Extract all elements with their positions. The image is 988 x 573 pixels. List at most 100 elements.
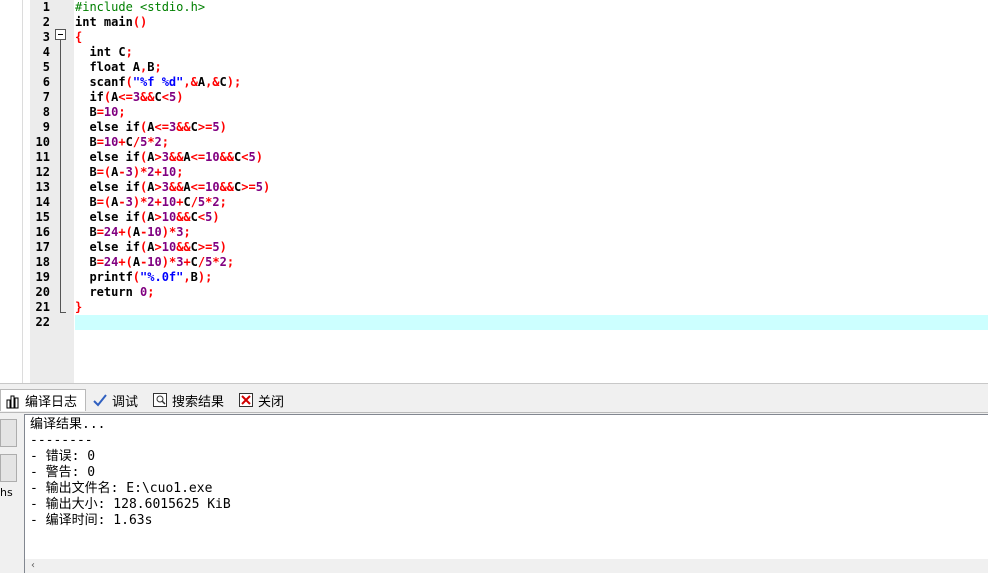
line-number: 2: [42, 15, 50, 29]
code-token: if: [75, 90, 104, 104]
code-token: main: [96, 15, 133, 29]
code-line[interactable]: else if(A>3&&A<=10&&C>=5): [75, 180, 270, 195]
code-token: &&: [219, 150, 235, 164]
code-token: ;: [118, 105, 126, 119]
code-editor[interactable]: 1 2 3 4 5 6 7 8 9 10 11 12 13 14 15 16 17 18 19 20 21 22 #inc…: [0, 0, 988, 384]
code-line[interactable]: int main(): [75, 15, 147, 30]
code-token: A: [132, 225, 141, 239]
code-line[interactable]: printf("%.0f",B);: [75, 270, 212, 285]
code-token: ): [219, 120, 227, 134]
code-line[interactable]: B=(A-3)*2+10+C/5*2;: [75, 195, 227, 210]
code-token: +(: [118, 225, 133, 239]
tab-search-results[interactable]: 搜索结果: [148, 389, 232, 411]
tab-label: 搜索结果: [172, 394, 225, 410]
code-token: &&: [219, 180, 235, 194]
code-line[interactable]: float A,B;: [75, 60, 161, 75]
code-line[interactable]: [75, 315, 988, 330]
side-button-2[interactable]: [0, 454, 17, 482]
tab-debug[interactable]: 调试: [88, 389, 146, 411]
code-token: >=: [197, 120, 213, 134]
code-token: B: [190, 270, 198, 284]
line-number: 5: [42, 60, 50, 74]
code-line[interactable]: return 0;: [75, 285, 154, 300]
code-token: A: [147, 150, 155, 164]
code-token: C: [190, 255, 198, 269]
code-token: >: [154, 210, 162, 224]
code-line[interactable]: }: [75, 300, 82, 315]
code-line[interactable]: B=10;: [75, 105, 126, 120]
code-token: A: [132, 255, 141, 269]
code-line[interactable]: B=24+(A-10)*3+C/5*2;: [75, 255, 234, 270]
code-token: C: [190, 120, 198, 134]
code-token: ): [212, 210, 220, 224]
line-number: 21: [35, 300, 50, 314]
code-line[interactable]: B=(A-3)*2+10;: [75, 165, 183, 180]
code-line[interactable]: scanf("%f %d",&A,&C);: [75, 75, 241, 90]
compile-log-panel[interactable]: 编译结果... -------- - 错误: 0- 警告: 0- 输出文件名: E:…: [24, 414, 988, 573]
code-token: 5: [248, 150, 256, 164]
code-line[interactable]: else if(A>3&&A<=10&&C<5): [75, 150, 263, 165]
code-token: 24: [103, 225, 119, 239]
code-token: "%.0f": [140, 270, 184, 284]
code-token: else if: [75, 120, 141, 134]
code-line[interactable]: else if(A>10&&C<5): [75, 210, 220, 225]
code-token: &&: [140, 90, 155, 104]
code-token: &&: [176, 240, 191, 254]
code-token: <=: [154, 120, 169, 134]
line-number: 16: [35, 225, 50, 239]
code-line[interactable]: int C;: [75, 45, 133, 60]
line-number: 19: [35, 270, 50, 284]
code-token: )*: [161, 255, 177, 269]
code-token: B: [75, 255, 97, 269]
code-line[interactable]: #include <stdio.h>: [75, 0, 205, 15]
code-token: 5: [212, 240, 220, 254]
tab-label: 关闭: [258, 394, 285, 410]
code-token: -: [118, 195, 126, 209]
code-token: 10: [205, 180, 220, 194]
line-number: 12: [35, 165, 50, 179]
line-number: 9: [42, 120, 50, 134]
code-token: +: [154, 195, 162, 209]
code-token: >=: [197, 240, 213, 254]
code-token: C: [154, 90, 162, 104]
code-token: (: [125, 75, 133, 89]
tab-compile-log[interactable]: 编译日志: [0, 389, 86, 411]
log-line: - 警告: 0: [30, 465, 96, 480]
code-token: C: [219, 75, 227, 89]
log-line: - 输出大小: 128.6015625 KiB: [30, 497, 231, 512]
code-token: &&: [176, 120, 191, 134]
code-token: A: [147, 210, 155, 224]
line-number: 10: [35, 135, 50, 149]
fold-collapse-icon[interactable]: [55, 29, 66, 40]
code-token: (: [132, 270, 141, 284]
code-token: +: [118, 135, 126, 149]
code-line[interactable]: B=10+C/5*2;: [75, 135, 169, 150]
code-token: )*: [132, 195, 148, 209]
scroll-left-icon[interactable]: ‹: [31, 560, 35, 571]
code-token: >=: [241, 180, 256, 194]
fold-end-marker: [60, 312, 66, 313]
code-line[interactable]: if(A<=3&&C<5): [75, 90, 183, 105]
code-token: >: [154, 180, 162, 194]
code-token: ;: [125, 45, 133, 59]
code-token: A: [183, 180, 191, 194]
code-token: B: [147, 60, 155, 74]
code-token: ;: [219, 195, 227, 209]
tab-close[interactable]: 关闭: [234, 389, 290, 411]
code-token: else if: [75, 210, 141, 224]
code-token: )*: [161, 225, 177, 239]
code-token: =: [96, 105, 104, 119]
code-token: 10: [103, 135, 119, 149]
horizontal-scrollbar[interactable]: ‹: [25, 559, 988, 573]
code-line[interactable]: {: [75, 30, 82, 45]
code-line[interactable]: B=24+(A-10)*3;: [75, 225, 190, 240]
code-line[interactable]: else if(A<=3&&C>=5): [75, 120, 227, 135]
code-line[interactable]: else if(A>10&&C>=5): [75, 240, 226, 255]
log-line: --------: [30, 433, 93, 448]
code-token: float: [75, 60, 126, 74]
code-token: #include <stdio.h>: [75, 0, 206, 14]
code-token: 3: [125, 195, 133, 209]
code-token: 5: [255, 180, 263, 194]
side-button-1[interactable]: [0, 419, 17, 447]
